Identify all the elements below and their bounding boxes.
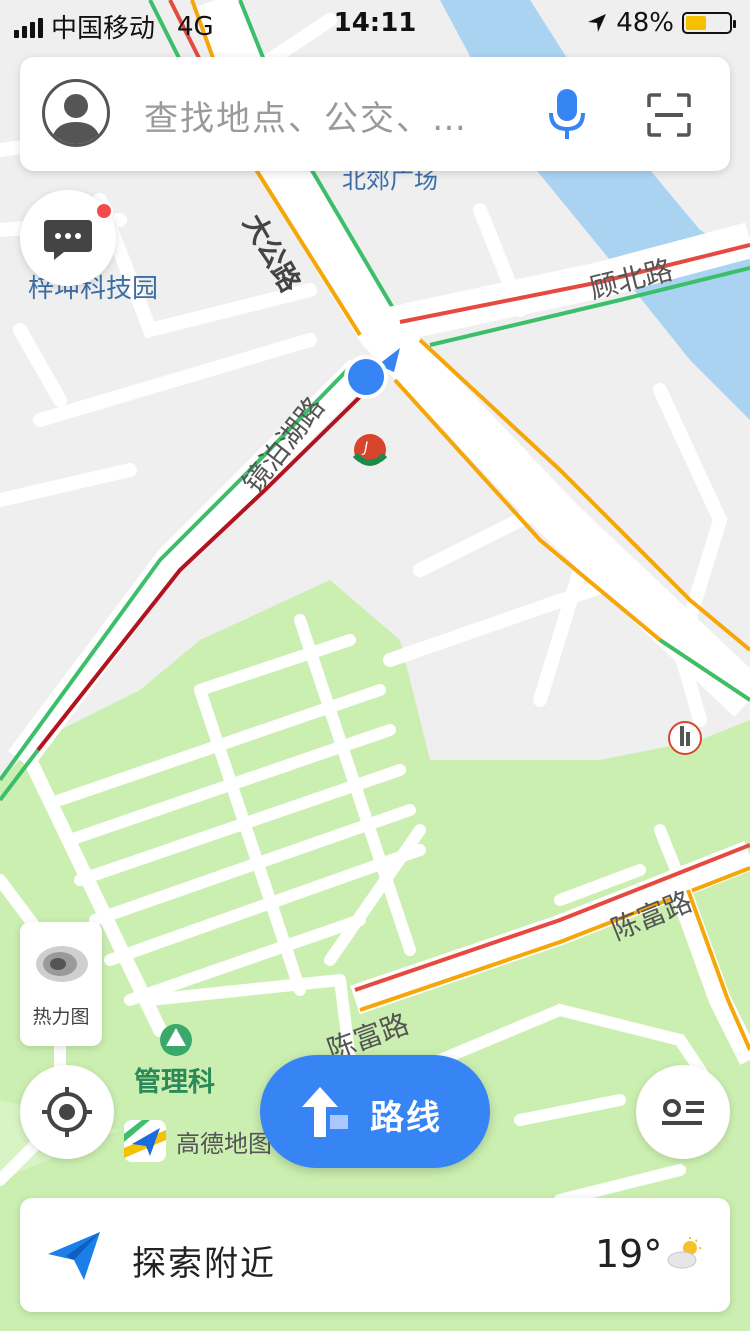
heatmap-icon	[36, 946, 88, 982]
temperature: 19°	[595, 1232, 663, 1276]
scan-icon[interactable]	[647, 93, 691, 137]
search-bar[interactable]: 查找地点、公交、…	[20, 57, 730, 171]
route-button[interactable]: 路线	[260, 1055, 490, 1168]
partly-cloudy-icon	[667, 1237, 701, 1269]
landmark-icon	[668, 721, 702, 755]
list-pin-icon	[662, 1099, 704, 1125]
battery-fill	[686, 16, 707, 30]
paper-plane-icon	[48, 1232, 100, 1280]
status-right: 48%	[586, 8, 736, 38]
status-bar: 中国移动 4G 14:11 48%	[0, 0, 750, 48]
fuel-station-icon: J	[352, 434, 388, 466]
amap-logo-icon	[124, 1120, 166, 1162]
microphone-icon[interactable]	[547, 87, 587, 141]
battery-percent: 48%	[616, 8, 674, 38]
user-avatar-icon	[51, 94, 101, 144]
search-input[interactable]: 查找地点、公交、…	[144, 91, 468, 140]
heatmap-label: 热力图	[32, 1006, 90, 1028]
route-label: 路线	[370, 1098, 442, 1138]
location-arrow-icon	[588, 14, 607, 32]
explore-nearby-bar[interactable]: 探索附近 19°	[20, 1198, 730, 1312]
list-view-button[interactable]	[636, 1065, 730, 1159]
battery-icon	[682, 12, 736, 34]
heatmap-toggle[interactable]: 热力图	[20, 922, 102, 1046]
avatar[interactable]	[42, 79, 110, 147]
park-tree-icon	[160, 1024, 192, 1056]
locate-me-button[interactable]	[20, 1065, 114, 1159]
notification-dot	[95, 202, 113, 220]
map-label-guan-li: 管理科	[134, 1067, 215, 1098]
brand-logo: 高德地图	[122, 1118, 272, 1164]
explore-nearby-label: 探索附近	[132, 1244, 276, 1284]
brand-name: 高德地图	[176, 1129, 272, 1158]
crosshair-icon	[42, 1087, 92, 1137]
route-arrow-icon	[302, 1087, 348, 1137]
